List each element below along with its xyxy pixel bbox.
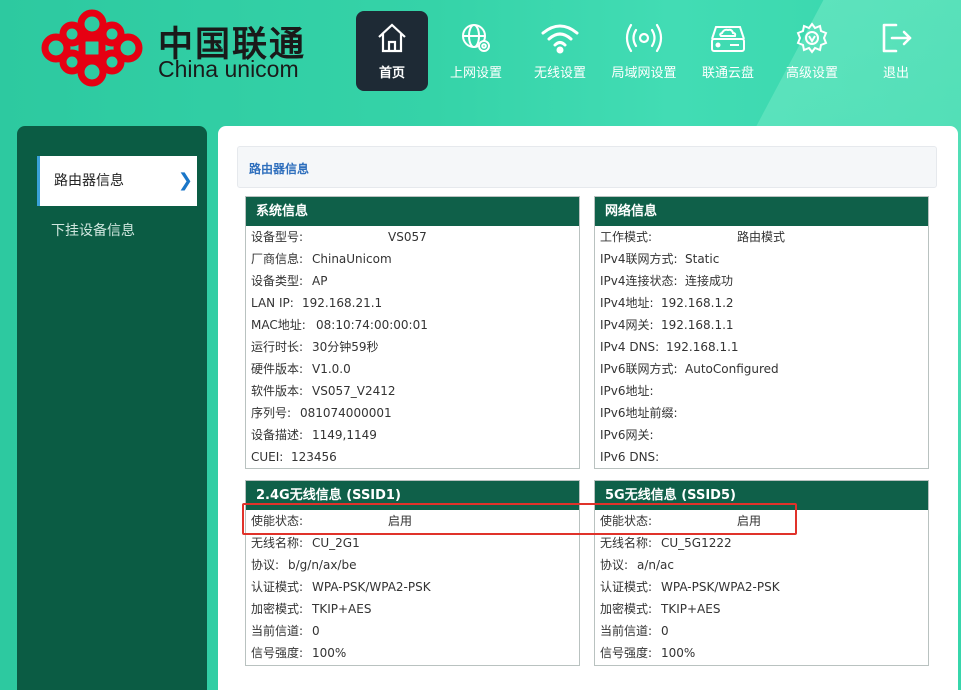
broadcast-icon <box>625 23 663 53</box>
sidebar-item-label: 下挂设备信息 <box>51 223 135 239</box>
system-info-panel: 系统信息 设备型号: VS057 厂商信息: ChinaUnicom 设备类型: AP… <box>245 196 580 469</box>
info-row: CUEI: 123456 <box>251 450 337 464</box>
info-row: 当前信道: 0 <box>600 624 669 638</box>
nav-home[interactable]: 首页 <box>356 11 428 91</box>
info-row: 加密模式: TKIP+AES <box>251 602 372 616</box>
info-row: 硬件版本: V1.0.0 <box>251 362 351 376</box>
info-row: IPv4网关: 192.168.1.1 <box>600 318 734 332</box>
nav-label: 退出 <box>882 66 909 81</box>
wifi-icon <box>541 24 579 54</box>
info-row: IPv6地址前缀: <box>600 406 678 420</box>
info-row: 设备描述: 1149,1149 <box>251 428 377 442</box>
info-row: 无线名称: CU_2G1 <box>251 536 360 550</box>
info-row: 认证模式: WPA-PSK/WPA2-PSK <box>600 580 780 594</box>
unicom-knot-icon <box>41 9 143 87</box>
gear-icon <box>796 22 828 54</box>
sidebar: 路由器信息 ❯ 下挂设备信息 <box>17 126 207 690</box>
nav-internet-settings[interactable]: 上网设置 <box>440 11 512 91</box>
sidebar-item-router-info[interactable]: 路由器信息 ❯ <box>37 156 197 206</box>
brand-name-en: China unicom <box>158 56 299 82</box>
nav-wireless-settings[interactable]: 无线设置 <box>524 11 596 91</box>
info-row: IPv4 DNS: 192.168.1.1 <box>600 340 739 354</box>
cloud-drive-icon <box>711 26 745 52</box>
info-row: 协议: b/g/n/ax/be <box>251 558 357 572</box>
info-row: 工作模式: 路由模式 <box>600 230 786 244</box>
info-row: IPv6网关: <box>600 428 654 442</box>
info-row: 协议: a/n/ac <box>600 558 674 572</box>
info-row: IPv4联网方式: Static <box>600 252 720 266</box>
sidebar-item-connected-devices[interactable]: 下挂设备信息 <box>37 206 197 256</box>
info-row: IPv6 DNS: <box>600 450 660 464</box>
info-row: IPv4连接状态: 连接成功 <box>600 274 734 288</box>
logout-icon <box>882 23 912 53</box>
info-row: IPv6联网方式: AutoConfigured <box>600 362 779 376</box>
brand-logo: 中国联通 China unicom <box>38 8 318 88</box>
info-row: 软件版本: VS057_V2412 <box>251 384 396 398</box>
info-row: 认证模式: WPA-PSK/WPA2-PSK <box>251 580 431 594</box>
info-row: 加密模式: TKIP+AES <box>600 602 721 616</box>
info-row: 运行时长: 30分钟59秒 <box>251 340 379 354</box>
network-info-panel: 网络信息 工作模式: 路由模式 IPv4联网方式: Static IPv4连接状态:… <box>594 196 929 469</box>
info-row: 信号强度: 100% <box>600 646 696 660</box>
info-row: IPv6地址: <box>600 384 654 398</box>
breadcrumb-label: 路由器信息 <box>249 162 310 176</box>
nav-logout[interactable]: 退出 <box>860 11 932 91</box>
nav-advanced-settings[interactable]: 高级设置 <box>776 11 848 91</box>
nav-cloud-drive[interactable]: 联通云盘 <box>692 11 764 91</box>
info-row: 设备类型: AP <box>251 274 328 288</box>
info-row: 设备型号: VS057 <box>251 230 427 244</box>
home-icon <box>378 23 406 53</box>
globe-gear-icon <box>462 24 490 52</box>
chevron-right-icon: ❯ <box>177 170 193 191</box>
panel-title: 网络信息 <box>595 197 928 226</box>
info-row: 序列号: 081074000001 <box>251 406 392 420</box>
sidebar-item-label: 路由器信息 <box>54 173 124 189</box>
panel-title: 系统信息 <box>246 197 579 226</box>
nav-lan-settings[interactable]: 局域网设置 <box>608 11 680 91</box>
main-content: 路由器信息 系统信息 设备型号: VS057 厂商信息: ChinaUnicom 设… <box>218 126 958 690</box>
info-row: 无线名称: CU_5G1222 <box>600 536 732 550</box>
info-row: MAC地址: 08:10:74:00:00:01 <box>251 318 428 332</box>
info-row: 信号强度: 100% <box>251 646 347 660</box>
info-row: LAN IP: 192.168.21.1 <box>251 296 383 310</box>
info-row: 当前信道: 0 <box>251 624 320 638</box>
breadcrumb: 路由器信息 <box>237 146 937 188</box>
info-row: IPv4地址: 192.168.1.2 <box>600 296 734 310</box>
highlight-box <box>242 503 797 535</box>
info-row: 厂商信息: ChinaUnicom <box>251 252 392 266</box>
